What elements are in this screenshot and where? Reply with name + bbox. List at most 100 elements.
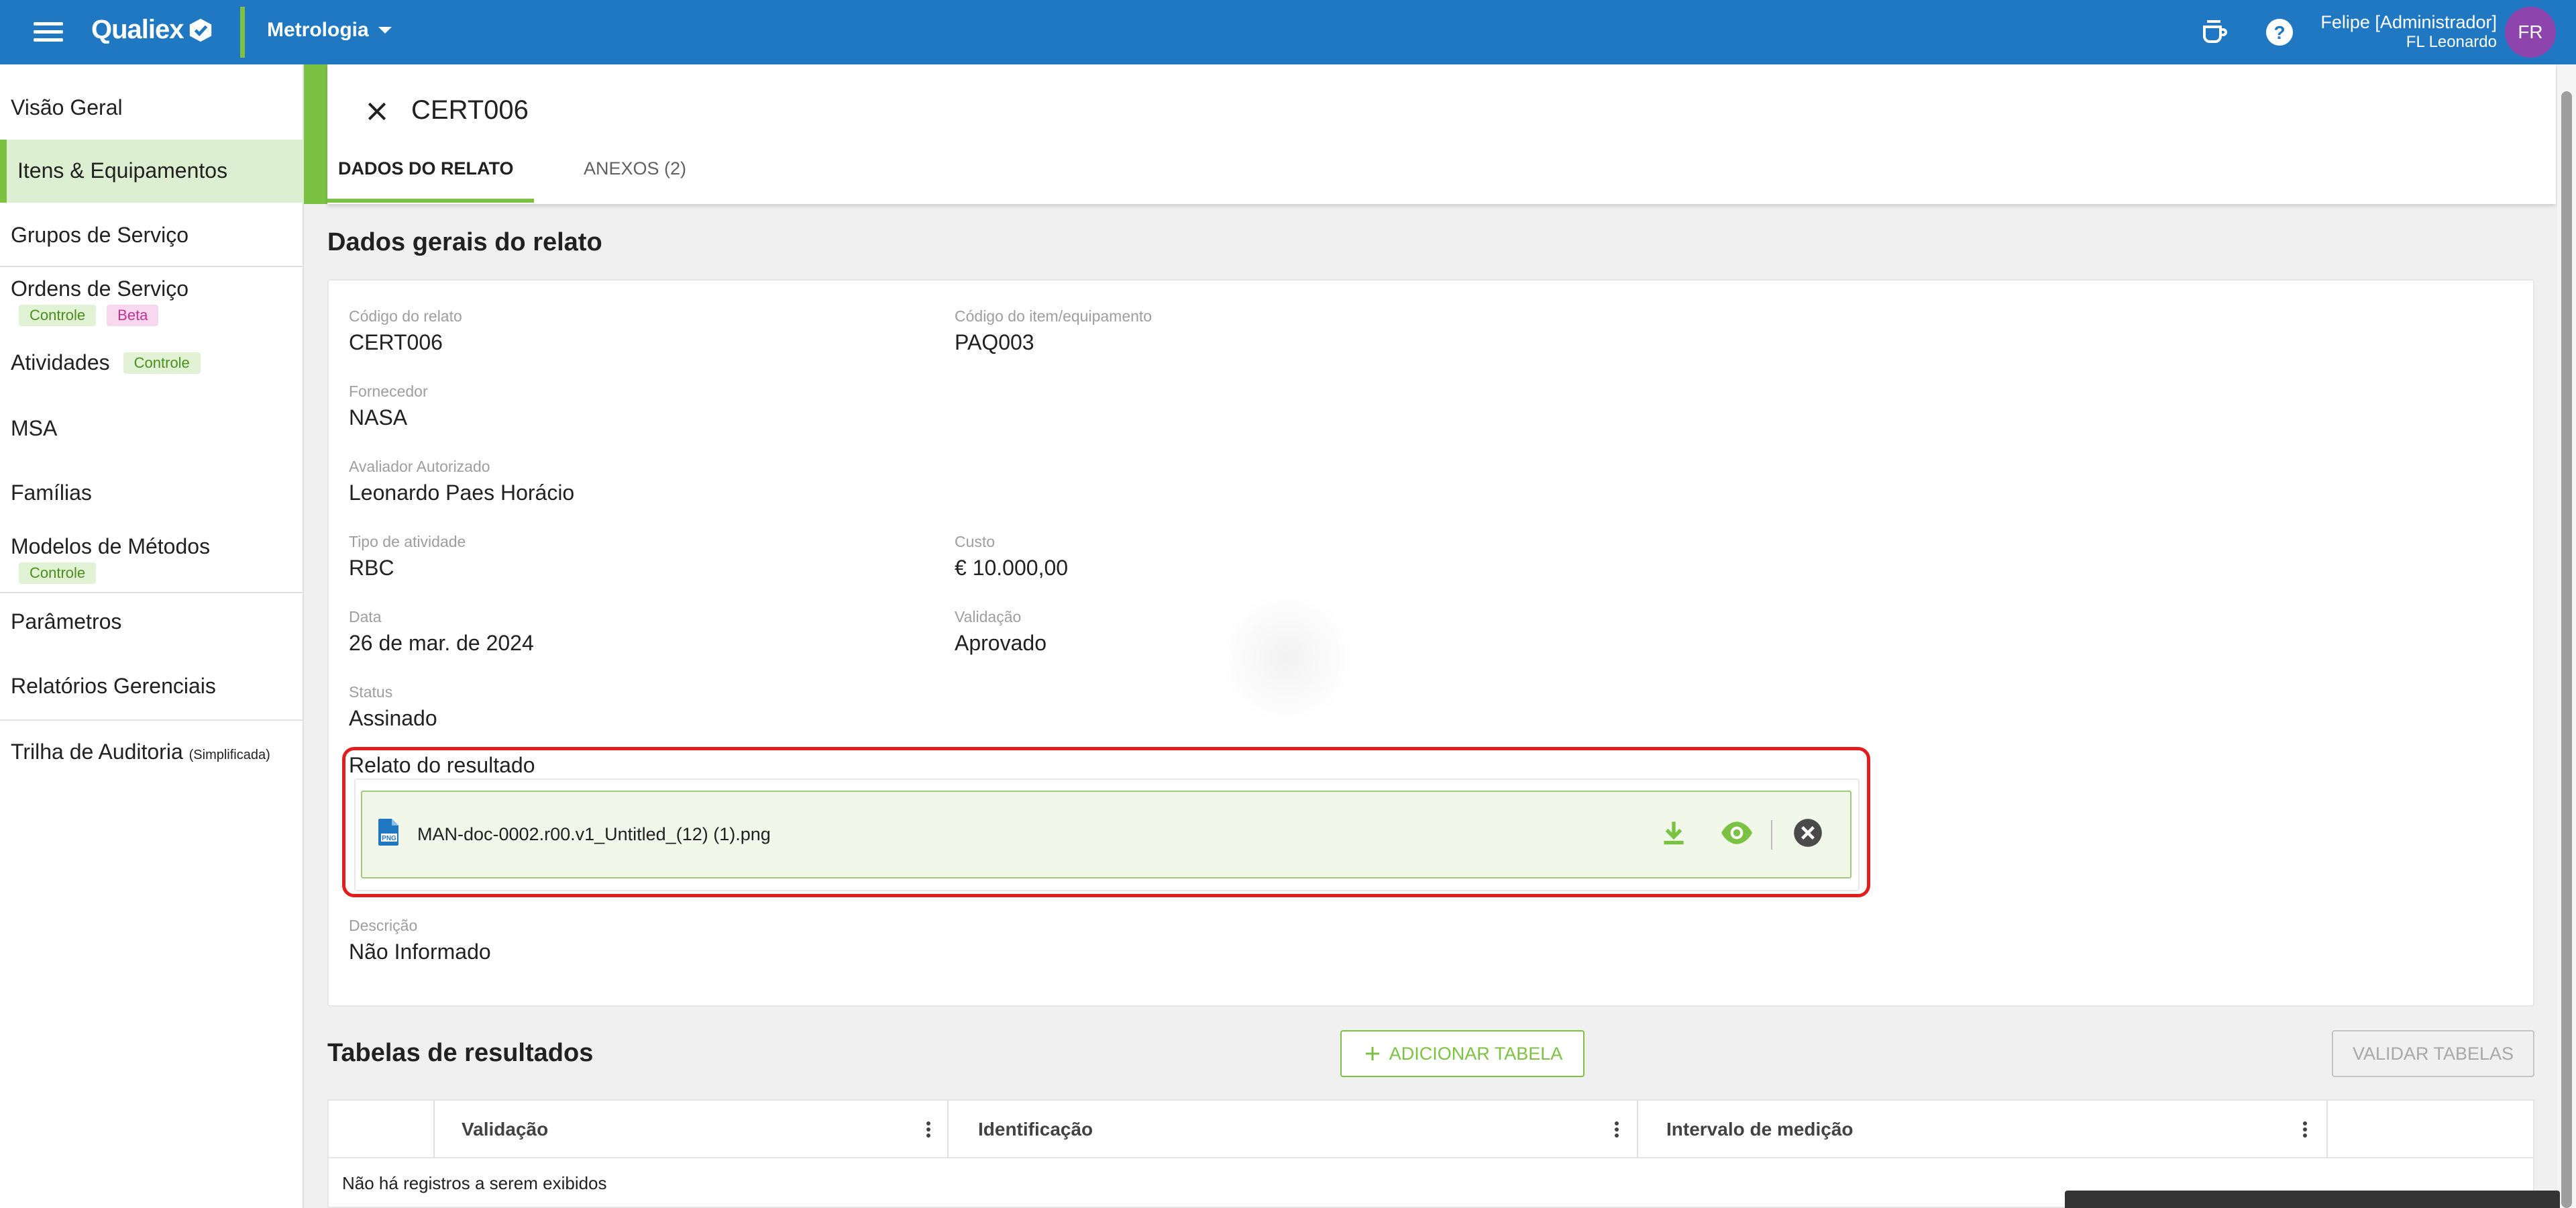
sidebar-item-parametros[interactable]: Parâmetros	[0, 609, 304, 643]
attachment-item[interactable]: PNG MAN-doc-0002.r00.v1_Untitled_(12) (1…	[361, 791, 1851, 878]
page-scrollbar[interactable]	[2557, 64, 2576, 1208]
controle-badge: Controle	[19, 305, 97, 326]
panel-accent-bar	[304, 64, 327, 204]
sidebar-item-ordens-servico[interactable]: Ordens de Serviço Controle Beta	[0, 276, 304, 330]
sidebar-divider	[0, 266, 304, 267]
field-value-codigo-relato: CERT006	[349, 330, 443, 354]
column-divider	[433, 1101, 435, 1158]
field-value-status: Assinado	[349, 706, 437, 730]
field-label-avaliador: Avaliador Autorizado	[349, 458, 490, 475]
eye-icon[interactable]	[1720, 816, 1754, 850]
sidebar-item-label: Modelos de Métodos	[11, 534, 211, 558]
field-label-custo: Custo	[955, 533, 996, 550]
sidebar-item-msa[interactable]: MSA	[0, 416, 304, 450]
field-label-tipo-atividade: Tipo de atividade	[349, 533, 466, 550]
field-label-validacao: Validação	[955, 608, 1022, 625]
field-label-relato-resultado: Relato do resultado	[349, 753, 535, 777]
column-header-identificacao[interactable]: Identificação	[978, 1101, 1093, 1158]
attachment-filename: MAN-doc-0002.r00.v1_Untitled_(12) (1).pn…	[417, 824, 771, 844]
brand-name: Qualiex	[91, 15, 184, 44]
action-divider	[1771, 820, 1772, 850]
field-value-avaliador: Leonardo Paes Horácio	[349, 481, 575, 505]
sidebar-divider	[0, 592, 304, 593]
more-vert-icon[interactable]	[1611, 1119, 1622, 1141]
sidebar-item-label: Famílias	[11, 481, 92, 505]
close-icon[interactable]	[364, 98, 390, 125]
click-ripple	[1220, 591, 1354, 725]
snackbar	[2065, 1191, 2560, 1208]
user-name: Felipe [Administrador]	[2320, 12, 2497, 32]
sidebar-item-visao-geral[interactable]: Visão Geral	[0, 91, 304, 129]
module-divider	[240, 7, 245, 58]
sidebar-item-label: Grupos de Serviço	[11, 223, 189, 247]
controle-badge: Controle	[19, 562, 97, 584]
coffee-cup-icon[interactable]	[2199, 16, 2231, 48]
field-value-custo: € 10.000,00	[955, 556, 1069, 580]
field-value-tipo-atividade: RBC	[349, 556, 394, 580]
remove-circle-icon[interactable]	[1791, 816, 1825, 850]
avatar[interactable]: FR	[2505, 7, 2556, 58]
module-label: Metrologia	[267, 19, 369, 41]
field-label-fornecedor: Fornecedor	[349, 383, 428, 400]
sidebar-item-grupos-servico[interactable]: Grupos de Serviço	[0, 219, 304, 256]
sidebar-item-modelos-metodos[interactable]: Modelos de Métodos Controle	[0, 534, 304, 588]
sidebar-divider	[0, 719, 304, 721]
empty-state-text: Não há registros a serem exibidos	[342, 1173, 607, 1193]
sidebar-item-label: Visão Geral	[11, 95, 123, 119]
sidebar-item-label: Itens & Equipamentos	[17, 158, 228, 183]
sidebar-item-label: Relatórios Gerenciais	[11, 674, 216, 698]
chevron-down-icon	[378, 27, 392, 34]
download-icon[interactable]	[1657, 816, 1690, 850]
menu-icon[interactable]	[30, 19, 67, 46]
field-value-codigo-item: PAQ003	[955, 330, 1034, 354]
qualiex-logo-icon	[189, 18, 211, 42]
help-icon[interactable]: ?	[2263, 16, 2296, 48]
field-label-codigo-item: Código do item/equipamento	[955, 307, 1152, 325]
module-selector[interactable]: Metrologia	[267, 19, 392, 42]
sidebar: Visão Geral Itens & Equipamentos Grupos …	[0, 64, 304, 1208]
sidebar-item-label: Trilha de Auditoria	[11, 740, 183, 764]
sidebar-item-familias[interactable]: Famílias	[0, 481, 304, 514]
sidebar-item-label: Ordens de Serviço	[11, 276, 189, 301]
add-table-label: ADICIONAR TABELA	[1389, 1043, 1563, 1064]
field-label-status: Status	[349, 683, 393, 701]
field-label-data: Data	[349, 608, 382, 625]
column-header-intervalo-medicao[interactable]: Intervalo de medição	[1666, 1101, 1854, 1158]
png-file-icon: PNG	[378, 819, 398, 846]
sidebar-item-atividades[interactable]: Atividades Controle	[0, 350, 304, 384]
field-label-codigo-relato: Código do relato	[349, 307, 462, 325]
section-title-dados-gerais: Dados gerais do relato	[327, 228, 602, 256]
svg-text:?: ?	[2273, 22, 2285, 43]
add-table-button[interactable]: ADICIONAR TABELA	[1340, 1030, 1585, 1077]
validate-tables-button[interactable]: VALIDAR TABELAS	[2332, 1030, 2534, 1077]
brand-logo[interactable]: Qualiex	[91, 15, 213, 45]
page-title: CERT006	[411, 95, 529, 125]
table-header: Validação Identificação Intervalo de med…	[329, 1101, 2533, 1158]
field-value-descricao: Não Informado	[349, 940, 491, 964]
sidebar-item-trilha-auditoria[interactable]: Trilha de Auditoria (Simplificada)	[0, 740, 304, 773]
active-tab-indicator	[327, 199, 534, 203]
sidebar-item-label: Atividades	[11, 350, 110, 374]
field-label-descricao: Descrição	[349, 917, 418, 934]
plus-icon	[1365, 1047, 1379, 1060]
sidebar-item-relatorios-gerenciais[interactable]: Relatórios Gerenciais	[0, 674, 304, 707]
panel-header	[327, 64, 2556, 204]
column-divider	[1637, 1101, 1638, 1158]
user-info[interactable]: Felipe [Administrador] FL Leonardo	[2320, 12, 2497, 52]
beta-badge: Beta	[107, 305, 159, 326]
column-divider	[947, 1101, 949, 1158]
column-divider	[2326, 1101, 2328, 1158]
sidebar-item-label: MSA	[11, 416, 58, 440]
tab-anexos[interactable]: ANEXOS (2)	[584, 158, 686, 179]
general-data-card	[327, 279, 2534, 1007]
field-value-fornecedor: NASA	[349, 405, 408, 430]
scrollbar-thumb[interactable]	[2561, 91, 2572, 1208]
sidebar-item-suffix: (Simplificada)	[189, 748, 270, 762]
tab-dados-do-relato[interactable]: DADOS DO RELATO	[338, 158, 514, 179]
sidebar-item-itens-equipamentos[interactable]: Itens & Equipamentos	[0, 140, 304, 203]
svg-text:PNG: PNG	[382, 835, 396, 842]
more-vert-icon[interactable]	[923, 1119, 934, 1141]
column-header-validacao[interactable]: Validação	[462, 1101, 548, 1158]
top-bar: Qualiex Metrologia ? Felipe [Administrad…	[0, 0, 2576, 64]
more-vert-icon[interactable]	[2300, 1119, 2310, 1141]
